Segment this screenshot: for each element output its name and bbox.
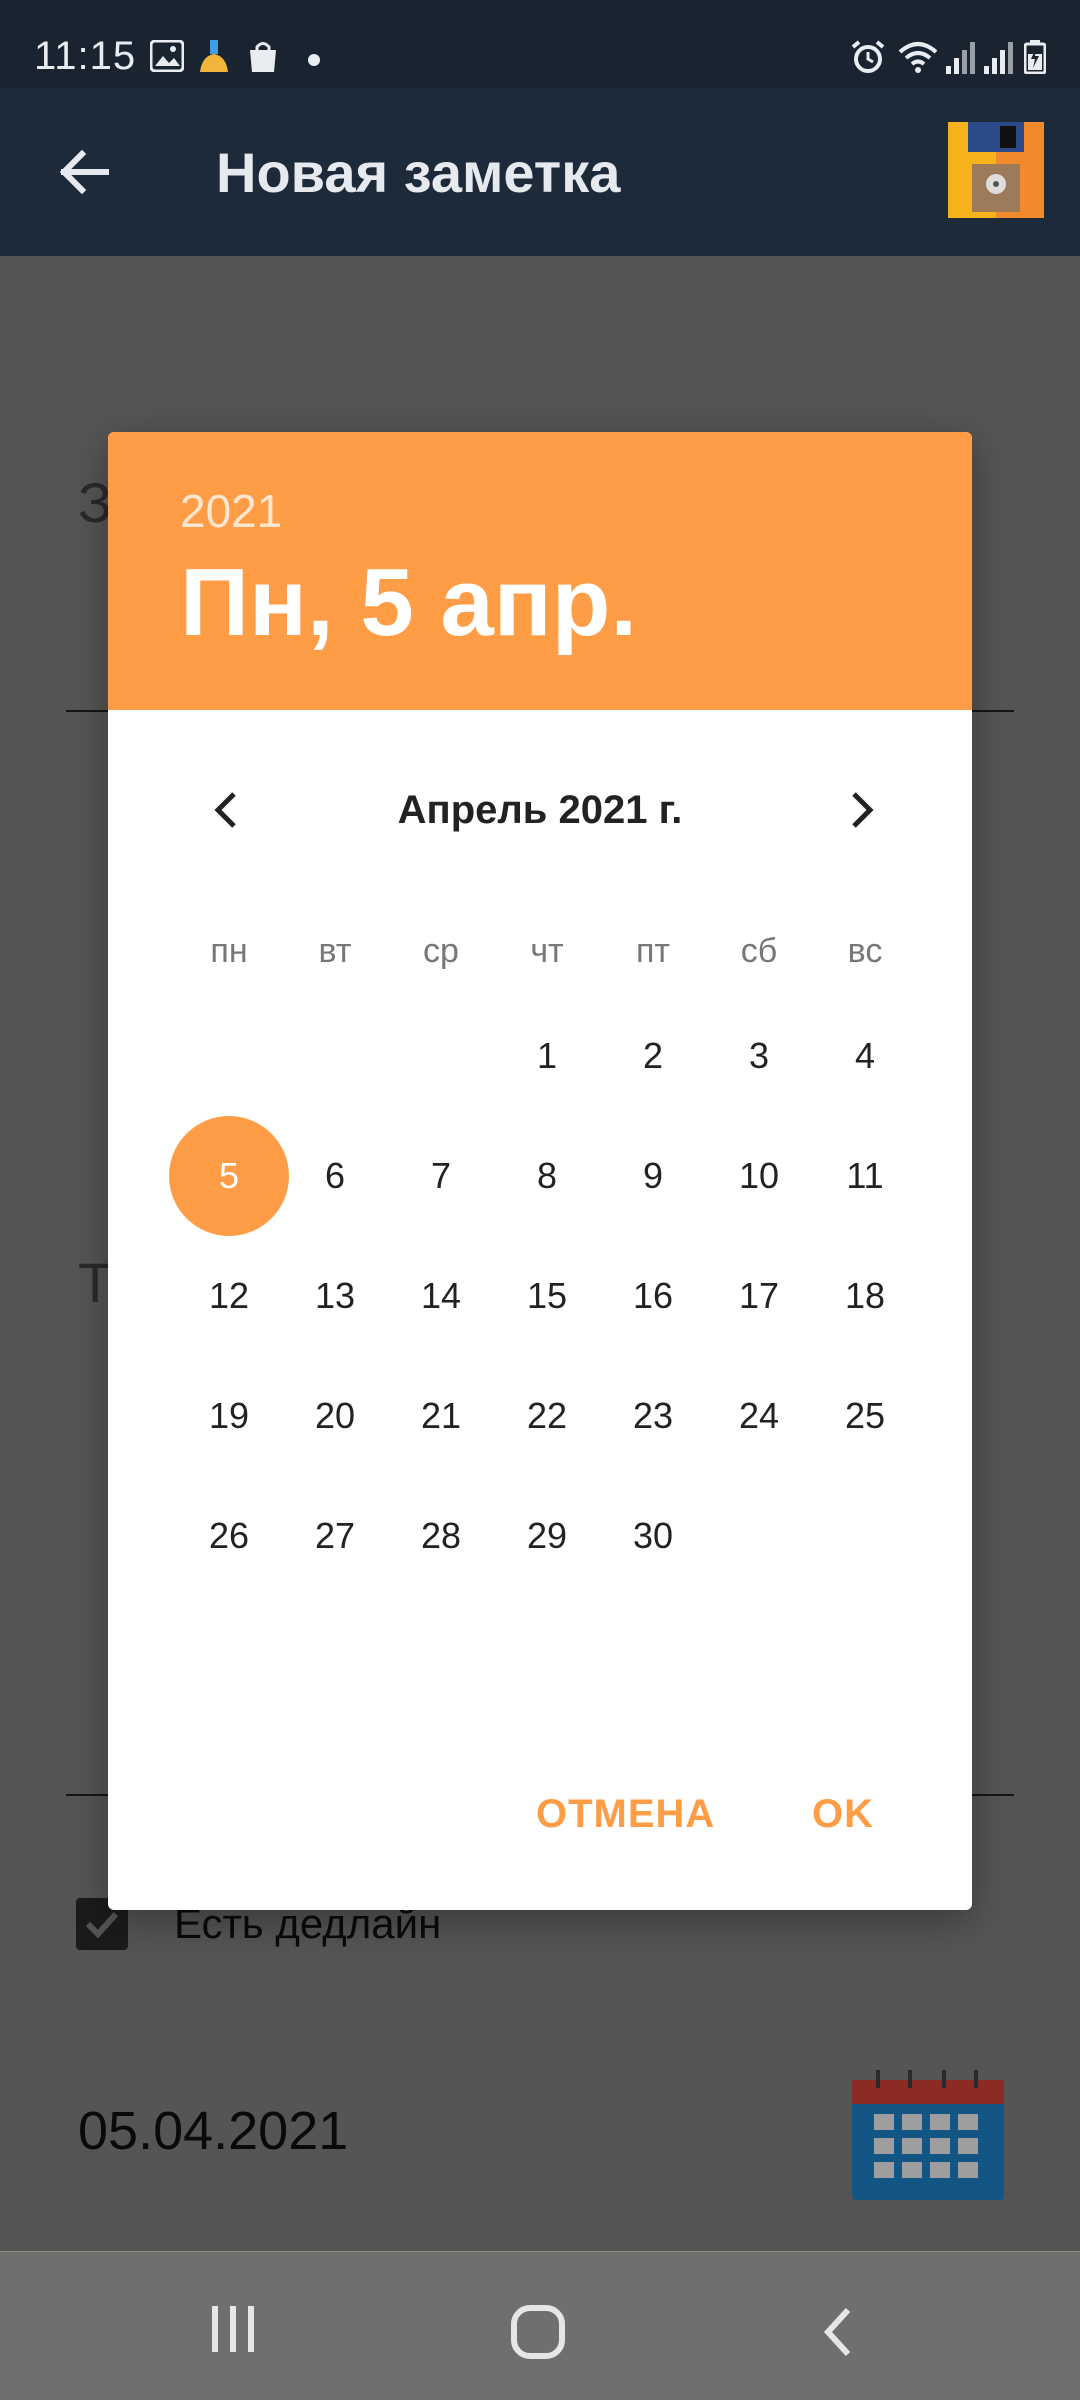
calendar-day[interactable]: 3 bbox=[699, 996, 819, 1116]
calendar-day[interactable]: 15 bbox=[487, 1236, 607, 1356]
next-month-button[interactable] bbox=[830, 780, 890, 840]
calendar-day[interactable]: 21 bbox=[381, 1356, 501, 1476]
calendar-day[interactable]: 26 bbox=[169, 1476, 289, 1596]
calendar-day[interactable]: 11 bbox=[805, 1116, 925, 1236]
weekday-label: чт bbox=[530, 932, 564, 970]
weekday-label: пт bbox=[636, 932, 670, 970]
system-nav-bar bbox=[0, 2252, 1080, 2400]
calendar-day[interactable]: 30 bbox=[593, 1476, 713, 1596]
date-picker-header: 2021 Пн, 5 апр. bbox=[108, 432, 972, 710]
calendar-day[interactable]: 23 bbox=[593, 1356, 713, 1476]
calendar-day[interactable]: 20 bbox=[275, 1356, 395, 1476]
header-selected-date: Пн, 5 апр. bbox=[180, 549, 638, 656]
back-icon[interactable] bbox=[818, 2304, 858, 2360]
weekday-label: пн bbox=[210, 932, 248, 970]
weekday-label: вт bbox=[318, 932, 352, 970]
app-bar: Новая заметка bbox=[0, 88, 1080, 256]
signal-icon bbox=[946, 42, 975, 74]
wifi-icon bbox=[898, 42, 938, 73]
calendar-day[interactable]: 13 bbox=[275, 1236, 395, 1356]
calendar-day[interactable]: 8 bbox=[487, 1116, 607, 1236]
calendar-day[interactable]: 29 bbox=[487, 1476, 607, 1596]
status-bar: 11:15 bbox=[0, 0, 1080, 88]
cleaner-icon bbox=[200, 40, 228, 72]
floppy-disk-icon[interactable] bbox=[948, 122, 1044, 218]
signal-icon bbox=[984, 42, 1013, 74]
calendar-day[interactable]: 18 bbox=[805, 1236, 925, 1356]
image-icon bbox=[150, 40, 184, 72]
page-title: Новая заметка bbox=[216, 141, 621, 204]
calendar-day[interactable]: 14 bbox=[381, 1236, 501, 1356]
weekday-label: ср bbox=[423, 932, 459, 970]
weekday-label: вс bbox=[847, 932, 883, 970]
alarm-icon bbox=[851, 40, 885, 73]
calendar-day[interactable]: 10 bbox=[699, 1116, 819, 1236]
calendar-day[interactable]: 2 bbox=[593, 996, 713, 1116]
calendar-day[interactable]: 9 bbox=[593, 1116, 713, 1236]
calendar-day[interactable]: 24 bbox=[699, 1356, 819, 1476]
header-year[interactable]: 2021 bbox=[180, 484, 282, 538]
calendar-day[interactable]: 27 bbox=[275, 1476, 395, 1596]
calendar-day[interactable]: 12 bbox=[169, 1236, 289, 1356]
calendar-day[interactable]: 28 bbox=[381, 1476, 501, 1596]
calendar-day-selected[interactable]: 5 bbox=[169, 1116, 289, 1236]
home-icon[interactable] bbox=[510, 2304, 566, 2360]
recent-apps-icon[interactable] bbox=[206, 2304, 262, 2354]
weekday-label: сб bbox=[740, 932, 778, 970]
calendar-day[interactable]: 1 bbox=[487, 996, 607, 1116]
calendar-day[interactable]: 16 bbox=[593, 1236, 713, 1356]
shopping-bag-icon bbox=[250, 42, 276, 72]
status-time: 11:15 bbox=[34, 34, 137, 78]
calendar-day[interactable]: 22 bbox=[487, 1356, 607, 1476]
ok-button[interactable]: OK bbox=[812, 1792, 874, 1837]
date-picker-dialog: 2021 Пн, 5 апр. Апрель 2021 г. пн вт ср чт п… bbox=[108, 432, 972, 1910]
calendar-day[interactable]: 4 bbox=[805, 996, 925, 1116]
cancel-button[interactable]: ОТМЕНА bbox=[536, 1792, 715, 1837]
battery-charging-icon bbox=[1024, 40, 1046, 74]
arrow-back-icon[interactable] bbox=[54, 142, 114, 202]
calendar-day[interactable]: 6 bbox=[275, 1116, 395, 1236]
calendar-day[interactable]: 25 bbox=[805, 1356, 925, 1476]
dot-icon bbox=[308, 54, 320, 66]
calendar-day[interactable]: 7 bbox=[381, 1116, 501, 1236]
calendar-day[interactable]: 19 bbox=[169, 1356, 289, 1476]
calendar-day[interactable]: 17 bbox=[699, 1236, 819, 1356]
